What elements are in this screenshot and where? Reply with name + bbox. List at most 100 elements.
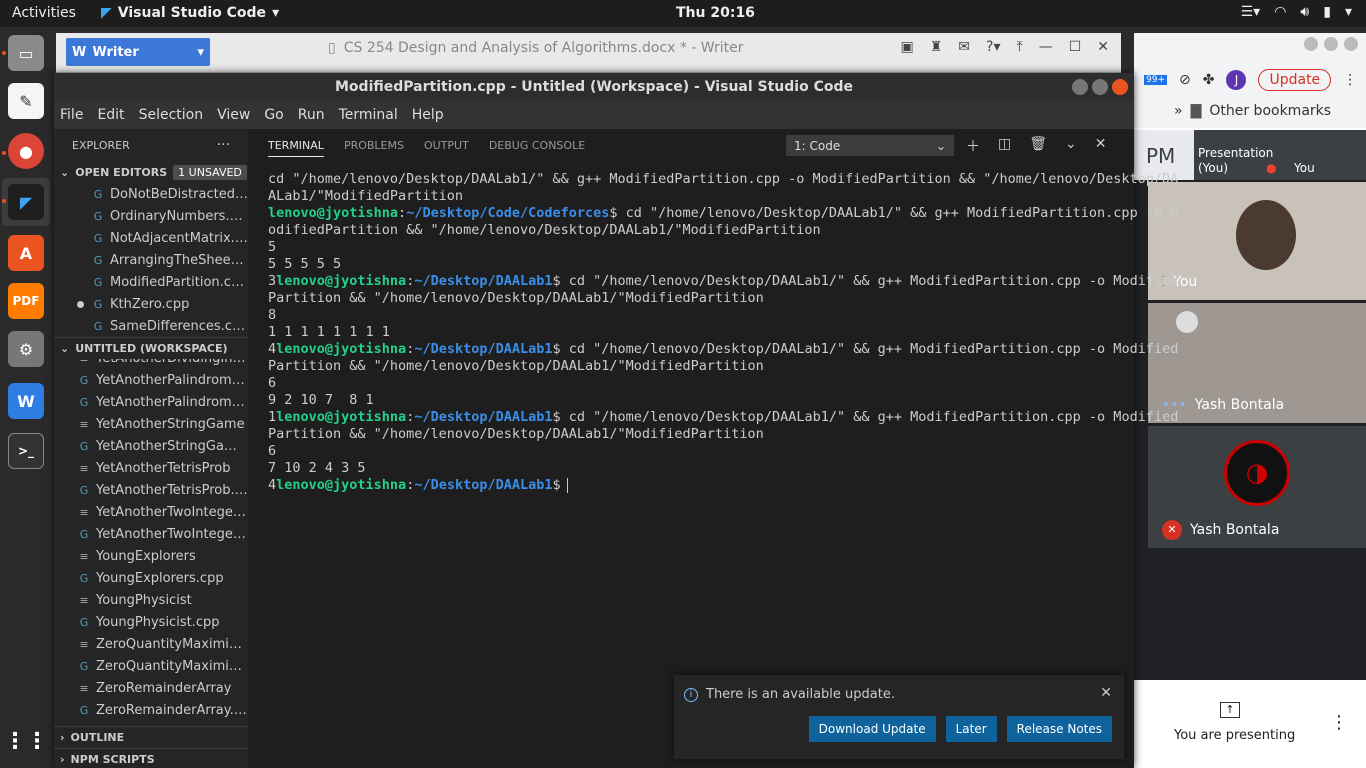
open-editor-item[interactable]: G ArrangingTheSheep.... [54,249,248,271]
close-icon[interactable]: ✕ [1097,39,1109,55]
writer-dock-icon[interactable]: W [8,383,44,419]
extension-badge-icon[interactable]: 99+ [1144,75,1167,85]
activities-button[interactable]: Activities [12,5,76,21]
menu-edit[interactable]: Edit [97,107,124,123]
workspace-file-item[interactable]: G YetAnotherTetrisProb.c... [54,479,248,501]
workspace-file-item[interactable]: ≡ ZeroQuantityMaximizat... [54,633,248,655]
writer-app-button[interactable]: W Writer ▾ [66,38,210,66]
minimize-icon[interactable] [1304,37,1318,51]
workspace-file-item[interactable]: ≡ YoungPhysicist [54,589,248,611]
close-panel-icon[interactable]: ✕ [1095,136,1107,156]
workspace-file-item[interactable]: ≡ YetAnotherDividingInt... [54,359,248,369]
outline-section[interactable]: › OUTLINE [54,726,248,748]
open-editor-item[interactable]: G ModifiedPartition.cp... [54,271,248,293]
release-notes-button[interactable]: Release Notes [1006,716,1112,742]
later-button[interactable]: Later [945,716,997,742]
block-icon[interactable]: ⊘ [1179,72,1191,88]
close-icon[interactable] [1344,37,1358,51]
workspace-file-item[interactable]: G YetAnotherPalindrome... [54,369,248,391]
text-editor-icon[interactable]: ✎ [8,83,44,119]
split-terminal-icon[interactable]: ◫ [998,136,1011,156]
pdf-editor-icon[interactable]: PDF [8,283,44,319]
presentation-tile[interactable]: Presentation (You) ● You [1194,130,1366,180]
workspace-file-item[interactable]: G YoungPhysicist.cpp [54,611,248,633]
software-center-icon[interactable]: A [8,235,44,271]
workspace-file-item[interactable]: G YoungExplorers.cpp [54,567,248,589]
file-name: ZeroQuantityMaximizat... [96,636,248,652]
chrome-icon[interactable]: ● [8,133,44,169]
shirt-icon[interactable]: ♜ [930,39,943,55]
new-terminal-icon[interactable]: ＋ [966,136,980,156]
maximize-icon[interactable] [1092,79,1108,95]
menu-view[interactable]: View [217,107,250,123]
workspace-file-item[interactable]: ≡ ZeroRemainderArray [54,677,248,699]
minimize-icon[interactable] [1072,79,1088,95]
participant-tile-you[interactable]: ⦙ You [1148,182,1366,300]
tab-debug-console[interactable]: DEBUG CONSOLE [489,139,585,152]
app-menu[interactable]: ◤ Visual Studio Code ▾ [101,5,279,21]
workspace-file-item[interactable]: ≡ YoungExplorers [54,545,248,567]
menu-file[interactable]: File [60,107,83,123]
more-icon[interactable]: ⋮ [1343,72,1357,88]
tab-terminal[interactable]: TERMINAL [268,139,324,157]
settings-icon[interactable]: ⚙ [8,331,44,367]
files-icon[interactable]: ▭ [8,35,44,71]
terminal-select[interactable]: 1: Code ⌄ [786,135,954,156]
menu-terminal[interactable]: Terminal [339,107,398,123]
workspace-section[interactable]: ⌄ UNTITLED (WORKSPACE) [54,337,248,359]
help-icon[interactable]: ?▾ [986,39,1000,55]
workspace-file-item[interactable]: G YetAnotherStringGame... [54,435,248,457]
trash-icon[interactable]: 🗑︎ [1029,136,1047,156]
chrome-update-button[interactable]: Update [1258,69,1332,91]
menu-selection[interactable]: Selection [139,107,204,123]
puzzle-icon[interactable]: ✤ [1203,72,1215,88]
close-icon[interactable]: ✕ [1100,685,1112,701]
workspace-file-item[interactable]: G YetAnotherTwoInteger... [54,523,248,545]
open-editor-item-unsaved[interactable]: G KthZero.cpp [54,293,248,315]
chevron-down-icon: ⌄ [935,138,946,153]
plain-file-icon: ≡ [79,637,89,651]
open-editor-item[interactable]: G OrdinaryNumbers.cpp [54,205,248,227]
other-bookmarks[interactable]: Other bookmarks [1209,103,1331,119]
workspace-file-item[interactable]: ≡ YetAnotherStringGame [54,413,248,435]
system-tray[interactable]: ☰▾ ◠ 🔊︎ ▮ ▾ [1241,4,1352,20]
open-editor-item[interactable]: G SameDifferences.cpp [54,315,248,337]
show-apps-icon[interactable]: ⋮⋮ [4,723,48,759]
menu-run[interactable]: Run [298,107,325,123]
vscode-dock-icon[interactable]: ◤ [8,184,44,220]
workspace-file-item[interactable]: G YetAnotherPalindrome... [54,391,248,413]
download-update-button[interactable]: Download Update [808,716,936,742]
menu-go[interactable]: Go [264,107,283,123]
chat-icon[interactable]: ✉ [958,39,970,55]
open-editor-item[interactable]: G DoNotBeDistracted.c... [54,183,248,205]
npm-scripts-section[interactable]: › NPM SCRIPTS [54,748,248,768]
workspace-file-item[interactable]: G ZeroRemainderArray.cpp [54,699,248,721]
chevron-down-icon[interactable]: ⌄ [1065,136,1077,156]
chrome-window: 99+ ⊘ ✤ J Update ⋮ » ▇ Other bookmarks P… [1134,33,1366,768]
close-icon[interactable] [1112,79,1128,95]
terminal-icon[interactable]: >_ [8,433,44,469]
participant-tile-yash-avatar[interactable]: ◑ ✕ Yash Bontala [1148,426,1366,548]
present-screen-icon[interactable]: ↑ [1220,702,1240,718]
open-editors-section[interactable]: ⌄ OPEN EDITORS 1 UNSAVED [54,161,248,183]
workspace-file-item[interactable]: G ZeroQuantityMaximizat... [54,655,248,677]
workspace-file-item[interactable]: ≡ YetAnotherTwoInteger... [54,501,248,523]
minimize-icon[interactable]: — [1039,39,1053,55]
clock[interactable]: Thu 20:16 [676,5,755,21]
workspace-file-item[interactable]: ≡ YetAnotherTetrisProb [54,457,248,479]
profile-avatar[interactable]: J [1226,70,1247,90]
more-actions-icon[interactable]: ··· [217,137,230,153]
restore-icon[interactable]: ⤒ [1017,39,1023,55]
cpp-file-icon: G [79,483,89,497]
terminal-output[interactable]: cd "/home/lenovo/Desktop/DAALab1/" && g+… [268,171,1178,494]
more-options-icon[interactable]: ⋮ [1330,712,1348,733]
bookmarks-overflow-icon[interactable]: » [1174,103,1183,119]
menu-help[interactable]: Help [412,107,444,123]
open-editor-item[interactable]: G NotAdjacentMatrix.cpp [54,227,248,249]
maximize-icon[interactable] [1324,37,1338,51]
toolbar-icon[interactable]: ▣ [901,39,914,55]
tab-output[interactable]: OUTPUT [424,139,469,152]
tab-problems[interactable]: PROBLEMS [344,139,404,152]
maximize-icon[interactable]: ☐ [1069,39,1082,55]
participant-tile-yash-video[interactable]: ••• Yash Bontala [1148,303,1366,423]
